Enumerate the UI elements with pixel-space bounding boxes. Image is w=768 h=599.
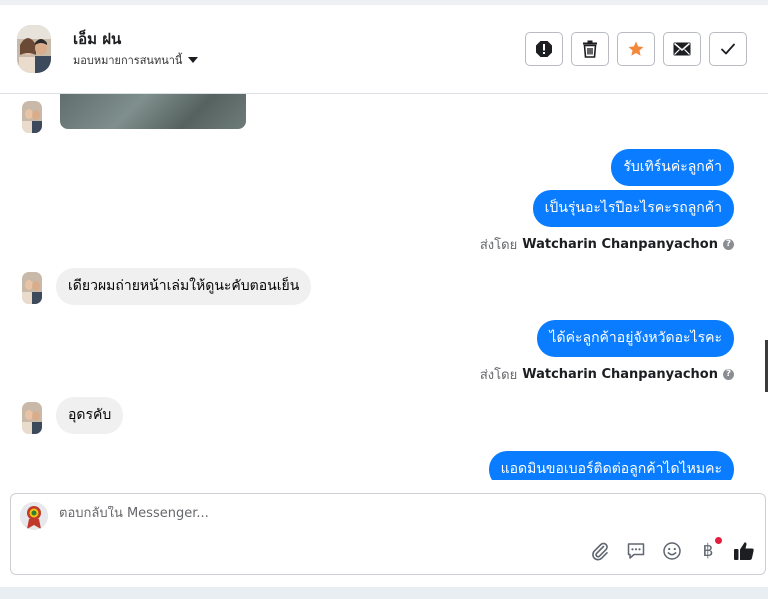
mark-unread-button[interactable] bbox=[663, 32, 701, 66]
caret-down-icon bbox=[188, 57, 199, 63]
attach-icon bbox=[592, 542, 608, 561]
alert-octagon-icon bbox=[536, 41, 552, 57]
emoji-button[interactable] bbox=[661, 540, 683, 562]
reply-composer: ฿ bbox=[10, 493, 766, 575]
assign-conversation-label: มอบหมายการสนทนานี้ bbox=[73, 54, 183, 67]
message-thread[interactable]: รับเทิร์นค่ะลูกค้า เป็นรุ่นอะไรปีอะไรคะร… bbox=[0, 94, 768, 480]
report-button[interactable] bbox=[525, 32, 563, 66]
bottom-strip bbox=[0, 587, 768, 599]
sent-by-agent: Watcharin Chanpanyachon bbox=[522, 367, 718, 382]
sent-by-agent: Watcharin Chanpanyachon bbox=[522, 237, 718, 252]
like-button[interactable] bbox=[733, 540, 755, 562]
emoji-icon bbox=[663, 542, 681, 560]
checkmark-icon bbox=[721, 43, 735, 55]
outgoing-message: ได้ค่ะลูกค้าอยู่จังหวัดอะไรคะ bbox=[537, 320, 734, 357]
reply-input[interactable] bbox=[59, 506, 699, 521]
envelope-icon bbox=[673, 42, 691, 56]
trash-icon bbox=[583, 40, 597, 58]
outgoing-message: รับเทิร์นค่ะลูกค้า bbox=[611, 149, 734, 186]
photo-attachment[interactable] bbox=[60, 94, 246, 129]
delete-button[interactable] bbox=[571, 32, 609, 66]
header-actions bbox=[525, 32, 747, 66]
sent-by-info: ส่งโดย Watcharin Chanpanyachon ? bbox=[480, 364, 734, 385]
contact-avatar-small bbox=[22, 272, 42, 304]
conversation-header: เอ็ม ฝน มอบหมายการสนทนานี้ bbox=[0, 5, 768, 94]
payment-icon: ฿ bbox=[702, 541, 714, 561]
contact-avatar-small bbox=[22, 402, 42, 434]
thumbs-up-icon bbox=[734, 542, 754, 560]
star-icon bbox=[628, 41, 644, 56]
composer-tools: ฿ bbox=[589, 537, 755, 562]
incoming-message: อุดรคับ bbox=[56, 397, 124, 434]
saved-replies-icon bbox=[627, 543, 645, 559]
assign-conversation-dropdown[interactable]: มอบหมายการสนทนานี้ bbox=[73, 51, 199, 69]
help-icon[interactable]: ? bbox=[723, 239, 734, 250]
contact-avatar[interactable] bbox=[17, 25, 51, 73]
saved-replies-button[interactable] bbox=[625, 540, 647, 562]
mark-done-button[interactable] bbox=[709, 32, 747, 66]
help-icon[interactable]: ? bbox=[723, 369, 734, 380]
star-button[interactable] bbox=[617, 32, 655, 66]
outgoing-message: เป็นรุ่นอะไรปีอะไรคะรถลูกค้า bbox=[532, 190, 734, 227]
contact-avatar-small bbox=[22, 101, 42, 133]
sent-by-prefix: ส่งโดย bbox=[479, 368, 518, 383]
outgoing-message: แอดมินขอเบอร์ติดต่อลูกค้าไดไหมคะ bbox=[488, 451, 734, 480]
page-avatar bbox=[20, 502, 48, 530]
contact-name: เอ็ม ฝน bbox=[73, 30, 122, 48]
incoming-message: เดียวผมถ่ายหน้าเล่มให้ดูนะคับตอนเย็น bbox=[56, 268, 312, 305]
payment-button[interactable]: ฿ bbox=[697, 537, 722, 562]
sent-by-info: ส่งโดย Watcharin Chanpanyachon ? bbox=[480, 234, 734, 255]
attach-button[interactable] bbox=[589, 540, 611, 562]
sent-by-prefix: ส่งโดย bbox=[479, 238, 518, 253]
notification-dot bbox=[715, 537, 722, 544]
